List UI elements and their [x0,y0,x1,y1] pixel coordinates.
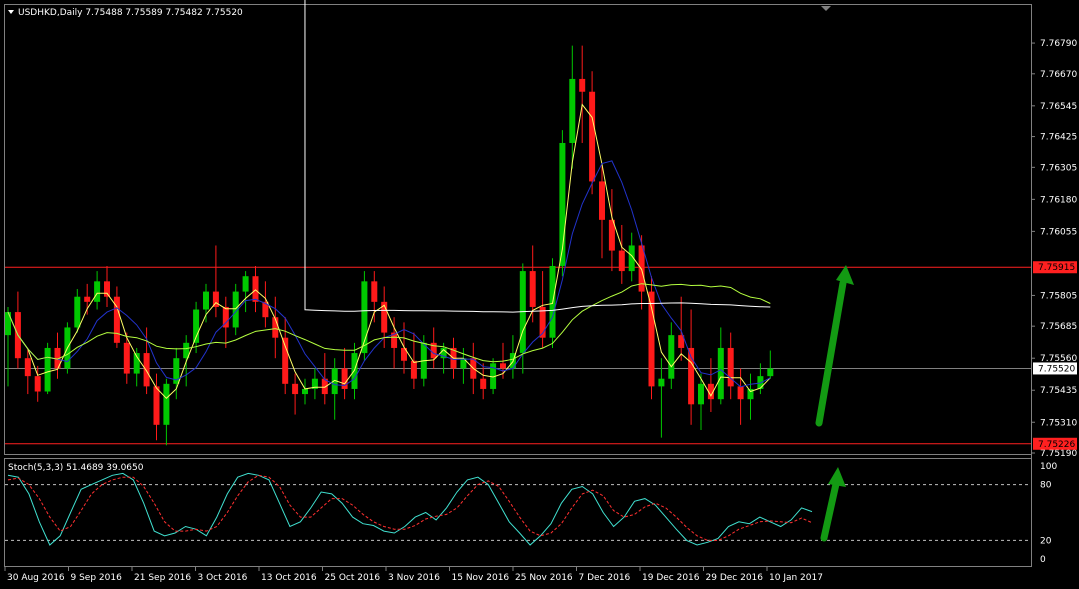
candle [727,332,734,400]
stoch-tick-label: 0 [1040,555,1046,565]
x-tick-label: 7 Dec 2016 [579,573,631,583]
price-label-text: 7.75226 [1038,440,1075,450]
y-tick-label: 7.76670 [1040,70,1077,80]
candle [242,271,249,313]
price-label-text: 7.75915 [1038,263,1075,273]
candle [509,335,516,379]
y-tick-label: 7.75310 [1040,418,1077,428]
x-tick-label: 25 Oct 2016 [325,573,381,583]
candle [84,283,91,315]
ma-long-line [304,0,771,313]
scroll-marker-icon[interactable] [821,6,831,11]
candle [391,317,398,369]
y-tick-label: 7.76055 [1040,227,1077,237]
price-axis: 7.76790 7.76670 7.76545 7.76425 7.76305 7.761… [1031,39,1077,459]
up-arrow-stoch-icon [820,467,846,542]
candle [747,373,754,420]
candle [757,363,764,395]
time-axis: 30 Aug 2016 9 Sep 2016 21 Sep 2016 3 Oct 20… [4,566,823,583]
stochastic: 100 80 20 0 [5,462,1057,565]
stoch-header: Stoch(5,3,3) 51.4689 39.0650 [8,463,144,473]
candle [54,332,61,379]
stoch-tick-label: 20 [1040,536,1052,546]
y-tick-label: 7.75435 [1040,386,1077,396]
candle [341,347,348,400]
ma-fast-line [7,103,771,400]
candle [321,353,328,405]
candle [539,271,546,348]
candle [212,245,219,318]
candle [648,276,655,400]
candle [618,224,625,284]
candle [767,350,774,379]
stoch-tick-label: 80 [1040,481,1052,491]
x-tick-label: 3 Oct 2016 [198,573,248,583]
candle [717,327,724,405]
candle [381,286,388,348]
candle [34,365,41,402]
candle [193,301,200,354]
y-tick-label: 7.76425 [1040,133,1077,143]
candle [707,358,714,413]
candle [272,296,279,359]
y-tick-label: 7.75190 [1040,449,1077,459]
candle [44,342,51,395]
candle [638,235,645,310]
x-tick-label: 13 Oct 2016 [261,573,317,583]
candle [203,283,209,323]
y-tick-label: 7.75685 [1040,322,1077,332]
x-tick-label: 10 Jan 2017 [769,573,823,583]
candle [331,358,338,420]
candle [5,306,11,387]
x-tick-label: 30 Aug 2016 [7,573,65,583]
y-tick-label: 7.76305 [1040,163,1077,173]
candle [292,373,299,415]
y-tick-label: 7.76545 [1040,102,1077,112]
candle [371,271,378,323]
candle [113,286,120,348]
price-label-text: 7.75520 [1038,364,1075,374]
chart-header: USDHKD,Daily 7.75488 7.75589 7.75482 7.7… [18,8,243,18]
candle [608,189,615,272]
candle [737,368,744,425]
x-tick-label: 19 Dec 2016 [642,573,700,583]
candle [302,378,308,405]
candle [688,309,695,425]
x-tick-label: 3 Nov 2016 [388,573,440,583]
candle [252,265,259,313]
indicator-panel-frame [4,458,1032,567]
candle [579,45,586,143]
candle [658,358,665,438]
candle [143,327,150,395]
candles [5,45,774,446]
candle [430,327,437,369]
candle [133,347,140,387]
x-tick-label: 21 Sep 2016 [134,573,191,583]
ma-mid-line [7,160,771,388]
up-arrow-main-icon [815,265,854,427]
candle [628,232,635,282]
x-tick-label: 9 Sep 2016 [71,573,123,583]
candle [123,332,130,384]
dropdown-triangle-icon[interactable] [8,10,14,14]
candle [104,265,110,307]
candle [668,322,675,389]
x-tick-label: 25 Nov 2016 [515,573,573,583]
candle [559,130,566,277]
moving-averages [7,0,771,400]
candle [282,317,289,395]
stoch-tick-label: 100 [1040,462,1057,472]
x-tick-label: 15 Nov 2016 [452,573,510,583]
usdhkd-daily-chart: 7.76790 7.76670 7.76545 7.76425 7.76305 7.761… [4,0,1077,583]
candle [589,71,596,195]
candle [94,271,101,310]
y-tick-label: 7.76180 [1040,195,1077,205]
y-tick-label: 7.75805 [1040,291,1077,301]
x-tick-label: 29 Dec 2016 [706,573,764,583]
y-tick-label: 7.76790 [1040,39,1077,49]
candle [311,368,318,400]
candle [163,378,170,446]
